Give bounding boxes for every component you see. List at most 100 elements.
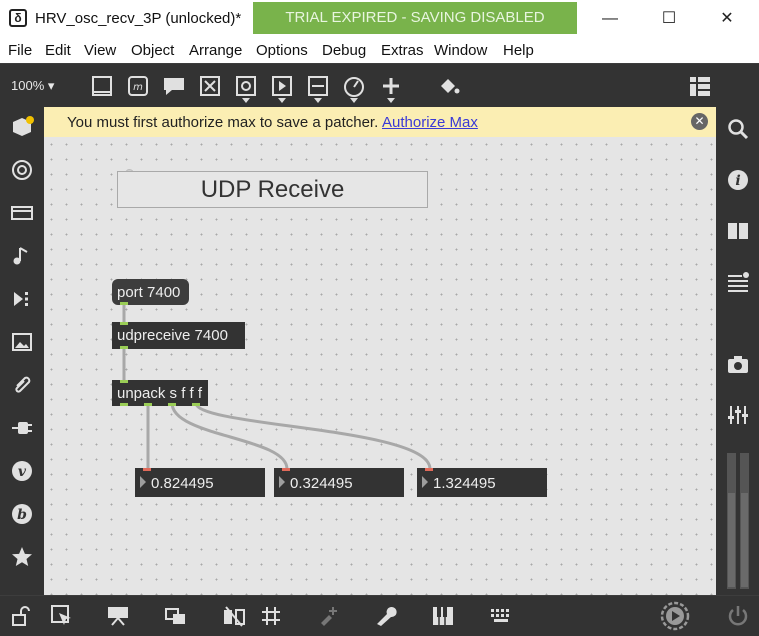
edit-mode-icon[interactable]: [50, 604, 74, 628]
add-caret-icon[interactable]: [387, 98, 395, 103]
number-box-3-inlet[interactable]: [425, 468, 433, 471]
image-icon[interactable]: [10, 330, 34, 354]
target-icon[interactable]: [10, 158, 34, 182]
menu-help[interactable]: Help: [503, 42, 534, 59]
unpack-outlet-f3[interactable]: [192, 403, 200, 406]
maximize-button[interactable]: ☐: [647, 4, 691, 34]
dial-caret-icon[interactable]: [350, 98, 358, 103]
svg-text:i: i: [735, 173, 740, 189]
authorization-message: You must first authorize max to save a p…: [67, 114, 379, 131]
udp-receive-comment[interactable]: UDP Receive: [117, 171, 428, 208]
star-icon[interactable]: [10, 545, 34, 569]
menu-debug[interactable]: Debug: [322, 42, 366, 59]
number-box-2-inlet[interactable]: [282, 468, 290, 471]
layers-icon[interactable]: [164, 604, 188, 628]
video-icon[interactable]: [10, 287, 34, 311]
unpack-outlet-s[interactable]: [120, 403, 128, 406]
keyboard-piano-icon[interactable]: [431, 604, 455, 628]
number-box-3[interactable]: 1.324495: [417, 468, 547, 497]
list-icon[interactable]: [726, 270, 750, 294]
unpack-outlet-f2[interactable]: [168, 403, 176, 406]
slider-caret-icon[interactable]: [314, 98, 322, 103]
keyboard-icon[interactable]: [489, 604, 513, 628]
dial-icon[interactable]: [342, 74, 366, 98]
comment-icon[interactable]: [162, 74, 186, 98]
add-object-icon[interactable]: [379, 74, 403, 98]
number-box-1-value: 0.824495: [151, 475, 214, 492]
grid-layout-icon[interactable]: [688, 74, 712, 98]
wrench-icon[interactable]: [373, 604, 397, 628]
port-message-outlet[interactable]: [120, 302, 128, 305]
max-app-icon: δ: [9, 9, 27, 27]
menu-object[interactable]: Object: [131, 42, 174, 59]
power-icon[interactable]: [726, 604, 750, 628]
vizzie-icon[interactable]: v: [10, 459, 34, 483]
minimize-button[interactable]: —: [588, 4, 632, 34]
unpack-outlet-f1[interactable]: [144, 403, 152, 406]
message-icon[interactable]: m: [126, 74, 150, 98]
udpreceive-inlet[interactable]: [120, 322, 128, 325]
number-box-3-value: 1.324495: [433, 475, 496, 492]
number-icon[interactable]: [270, 74, 294, 98]
number-box-1-arrow-icon: [140, 476, 146, 488]
grid-icon[interactable]: [259, 604, 283, 628]
number-box-2[interactable]: 0.324495: [274, 468, 404, 497]
title-bar: δ HRV_osc_recv_3P (unlocked)* TRIAL EXPI…: [0, 0, 759, 38]
udpreceive-label: udpreceive 7400: [117, 327, 228, 344]
flip-icon[interactable]: [222, 604, 246, 628]
media-icon[interactable]: [10, 201, 34, 225]
toggle-icon[interactable]: [234, 74, 258, 98]
menu-edit[interactable]: Edit: [45, 42, 71, 59]
unpack-label: unpack s f f f: [117, 385, 203, 402]
number-box-1[interactable]: 0.824495: [135, 468, 265, 497]
authorization-close-icon[interactable]: ✕: [691, 113, 708, 130]
unpack-object[interactable]: unpack s f f f: [112, 380, 208, 406]
toolbar: 100% ▾ m: [0, 63, 759, 107]
bpatcher-icon[interactable]: b: [10, 502, 34, 526]
menu-window[interactable]: Window: [434, 42, 487, 59]
lock-icon[interactable]: [9, 604, 33, 628]
mixer-icon[interactable]: [726, 403, 750, 427]
toggle-caret-icon[interactable]: [242, 98, 250, 103]
menu-file[interactable]: File: [8, 42, 32, 59]
udpreceive-outlet[interactable]: [120, 346, 128, 349]
unpack-inlet[interactable]: [120, 380, 128, 383]
authorize-max-link[interactable]: Authorize Max: [382, 114, 478, 131]
plug-icon[interactable]: [10, 416, 34, 440]
info-icon[interactable]: i: [726, 168, 750, 192]
port-message-box[interactable]: port 7400: [112, 279, 189, 305]
search-icon[interactable]: [726, 117, 750, 141]
port-message-label: port 7400: [117, 284, 181, 301]
menu-arrange[interactable]: Arrange: [189, 42, 242, 59]
book-icon[interactable]: [726, 219, 750, 243]
number-box-2-arrow-icon: [279, 476, 285, 488]
number-box-1-inlet[interactable]: [143, 468, 151, 471]
number-caret-icon[interactable]: [278, 98, 286, 103]
number-box-2-value: 0.324495: [290, 475, 353, 492]
presentation-mode-icon[interactable]: [106, 604, 130, 628]
music-icon[interactable]: [10, 244, 34, 268]
meter-icon: [727, 453, 749, 589]
left-sidebar: v b: [0, 107, 44, 595]
zoom-value: 100%: [11, 78, 45, 93]
patcher-canvas[interactable]: UDP Receive port 7400 udpreceive 7400 un…: [44, 137, 716, 595]
menu-view[interactable]: View: [84, 42, 116, 59]
close-button[interactable]: ✕: [705, 4, 749, 34]
zoom-select[interactable]: 100% ▾: [11, 78, 54, 94]
camera-icon[interactable]: [726, 352, 750, 376]
presentation-icon[interactable]: [90, 74, 114, 98]
number-box-3-arrow-icon: [422, 476, 428, 488]
format-paint-icon[interactable]: [437, 74, 461, 98]
attach-icon[interactable]: [10, 373, 34, 397]
package-icon[interactable]: [10, 115, 34, 139]
button-icon[interactable]: [198, 74, 222, 98]
menu-bar: File Edit View Object Arrange Options De…: [0, 38, 759, 63]
slider-icon[interactable]: [306, 74, 330, 98]
svg-text:b: b: [17, 507, 27, 523]
menu-options[interactable]: Options: [256, 42, 308, 59]
play-icon[interactable]: [660, 601, 690, 631]
menu-extras[interactable]: Extras: [381, 42, 424, 59]
udpreceive-object[interactable]: udpreceive 7400: [112, 322, 245, 349]
authorization-bar: You must first authorize max to save a p…: [44, 107, 716, 137]
edit-connect-icon[interactable]: [316, 604, 340, 628]
